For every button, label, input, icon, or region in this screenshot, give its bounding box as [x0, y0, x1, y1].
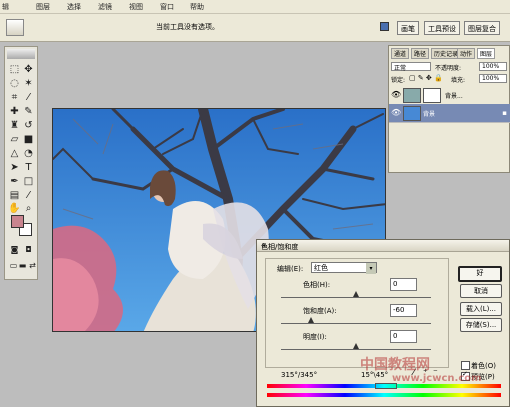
hue-field[interactable]: 0	[390, 278, 417, 291]
saturation-slider-thumb[interactable]	[308, 317, 314, 323]
lasso-icon[interactable]: ◌	[8, 77, 21, 90]
tab-paths[interactable]: 路径	[411, 48, 430, 59]
hue-label: 色相(H):	[303, 281, 331, 289]
tab-actions[interactable]: 动作	[457, 48, 476, 59]
lightness-label: 明度(I):	[303, 333, 327, 341]
lightness-slider-thumb[interactable]	[353, 343, 359, 349]
menu-edit[interactable]: 辑	[2, 2, 9, 12]
layer-thumbnail	[403, 88, 421, 103]
marquee-icon[interactable]: ⬚	[8, 63, 21, 76]
menu-window[interactable]: 窗口	[160, 2, 174, 12]
foreground-color-swatch[interactable]	[11, 215, 24, 228]
pen-icon[interactable]: ✒	[8, 175, 21, 188]
move-icon[interactable]: ✥	[22, 63, 35, 76]
save-button[interactable]: 存储(S)...	[460, 318, 502, 332]
standard-mode-icon[interactable]: ◙	[8, 243, 21, 256]
opacity-label: 不透明度:	[435, 65, 462, 72]
dodge-icon[interactable]: ◔	[22, 147, 35, 160]
notes-icon[interactable]: ▤	[8, 189, 21, 202]
hue-spectrum-bar-bottom	[267, 393, 501, 397]
lock-icons[interactable]: ▢ ✎ ✥ 🔒	[409, 74, 443, 82]
layer-name: 背景	[423, 111, 436, 118]
layer-name: 背景...	[445, 93, 463, 100]
chevron-down-icon: ▾	[366, 263, 376, 274]
tab-channels[interactable]: 通道	[391, 48, 410, 59]
blur-icon[interactable]: △	[8, 147, 21, 160]
palette-well: 画笔 工具预设 图层复合	[380, 18, 510, 36]
edit-select[interactable]: 红色 ▾	[311, 262, 377, 274]
toolbox-header	[7, 49, 35, 59]
range-left-readout: 315°/345°	[281, 371, 318, 379]
eraser-icon[interactable]: ▱	[8, 133, 21, 146]
menu-layer[interactable]: 图层	[36, 2, 50, 12]
tab-layers[interactable]: 图层	[477, 48, 496, 59]
well-tool-presets[interactable]: 工具预设	[424, 21, 460, 35]
blend-mode-select[interactable]: 正常	[391, 62, 431, 72]
slice-icon[interactable]: ⁄	[22, 91, 35, 104]
fill-field[interactable]: 100%	[479, 74, 507, 83]
opacity-field[interactable]: 100%	[479, 62, 507, 71]
edit-label: 编辑(E):	[277, 265, 304, 273]
path-select-icon[interactable]: ➤	[8, 161, 21, 174]
menu-filter[interactable]: 滤镜	[98, 2, 112, 12]
hand-icon[interactable]: ✋	[8, 202, 21, 215]
zoom-icon[interactable]: ⌕	[22, 202, 35, 215]
watermark: 中国教程网	[360, 357, 430, 373]
saturation-slider-track[interactable]	[281, 323, 431, 324]
watermark-url: www.jcwcn.com	[392, 373, 482, 384]
lightness-slider-track[interactable]	[281, 349, 431, 350]
brush-icon[interactable]: ✎	[22, 105, 35, 118]
tool-preset-icon[interactable]	[6, 19, 24, 36]
type-icon[interactable]: T	[22, 161, 35, 174]
cancel-button[interactable]: 取消	[460, 284, 502, 298]
menu-view[interactable]: 视图	[129, 2, 143, 12]
dialog-titlebar[interactable]: 色相/饱和度 ✕	[257, 240, 509, 252]
visibility-eye-icon[interactable]: 👁	[391, 90, 401, 99]
colorize-checkbox[interactable]	[461, 361, 470, 370]
file-browser-icon[interactable]	[380, 22, 389, 31]
menu-select[interactable]: 选择	[67, 2, 81, 12]
crop-icon[interactable]: ⌗	[8, 91, 21, 104]
hue-slider-thumb[interactable]	[353, 291, 359, 297]
menu-help[interactable]: 帮助	[190, 2, 204, 12]
gradient-icon[interactable]: ■	[22, 133, 35, 146]
stamp-icon[interactable]: ♜	[8, 119, 21, 132]
history-brush-icon[interactable]: ↺	[22, 119, 35, 132]
layers-palette: 通道 路径 历史记录 动作 图层 正常 不透明度: 100% 锁定: ▢ ✎ ✥…	[388, 45, 510, 173]
layer-row-adjustment[interactable]: 👁 背景...	[389, 86, 510, 105]
hue-slider-track[interactable]	[281, 297, 431, 298]
layer-thumbnail	[403, 106, 421, 121]
edit-select-value: 红色	[314, 264, 328, 272]
ok-button[interactable]: 好	[458, 266, 502, 282]
saturation-label: 饱和度(A):	[303, 307, 337, 315]
toolbox: ⬚ ✥ ◌ ✶ ⌗ ⁄ ✚ ✎ ♜ ↺ ▱ ■ △ ◔ ➤ T ✒ □ ▤ ⁄ …	[4, 46, 38, 280]
magic-wand-icon[interactable]: ✶	[22, 77, 35, 90]
saturation-field[interactable]: -60	[390, 304, 417, 317]
quickmask-mode-icon[interactable]: ◘	[22, 243, 35, 256]
eyedropper-icon[interactable]: ⁄	[22, 189, 35, 202]
well-brushes[interactable]: 画笔	[397, 21, 419, 35]
shape-icon[interactable]: □	[22, 175, 35, 188]
lock-label: 锁定:	[391, 77, 406, 84]
colorize-label: 着色(O)	[471, 362, 496, 370]
layer-mask-thumbnail	[423, 88, 441, 103]
visibility-eye-icon[interactable]: 👁	[391, 108, 401, 117]
fill-label: 填充:	[451, 77, 466, 84]
well-layer-comps[interactable]: 图层复合	[464, 21, 500, 35]
close-icon[interactable]: ✕	[261, 242, 505, 250]
options-hint: 当前工具没有选项。	[156, 23, 219, 31]
healing-icon[interactable]: ✚	[8, 105, 21, 118]
layer-row-background[interactable]: 👁 背景 ▪	[389, 104, 510, 123]
lightness-field[interactable]: 0	[390, 330, 417, 343]
menu-bar: 辑 图层 选择 滤镜 视图 窗口 帮助	[0, 0, 510, 14]
settings-group	[265, 258, 449, 368]
lock-icon: ▪	[502, 109, 507, 117]
load-button[interactable]: 载入(L)...	[460, 302, 502, 316]
jump-to-imageready-icon[interactable]: ⇄	[26, 259, 39, 272]
